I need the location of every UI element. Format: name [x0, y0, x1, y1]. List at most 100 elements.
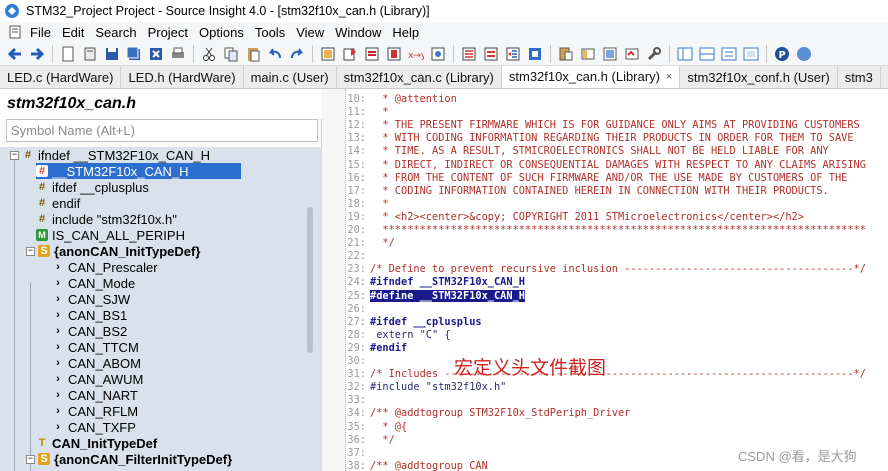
tree-item-typedef[interactable]: T CAN_InitTypeDef	[36, 435, 158, 451]
context-window-icon	[581, 48, 595, 59]
sync-button[interactable]	[525, 44, 545, 64]
undo-button[interactable]	[265, 44, 285, 64]
menu-view[interactable]: View	[294, 25, 333, 40]
code-line: 20: ************************************…	[346, 224, 866, 237]
prev-mark-button[interactable]	[459, 44, 479, 64]
parse-button[interactable]: P	[772, 44, 792, 64]
menu-file[interactable]: File	[28, 25, 60, 40]
tree-item-label: CAN_TTCM	[68, 339, 139, 355]
tree-item[interactable]: # endif	[36, 195, 80, 211]
tree-item-member[interactable]: › CAN_AWUM	[52, 371, 143, 387]
struct-icon: S	[38, 453, 50, 465]
tree-item-struct[interactable]: − S {anonCAN_InitTypeDef}	[26, 243, 200, 259]
layout-4-button[interactable]	[741, 44, 761, 64]
tree-item[interactable]: M IS_CAN_ALL_PERIPH	[36, 227, 185, 243]
menu-window[interactable]: Window	[333, 25, 390, 40]
parse-icon: P	[775, 46, 789, 61]
context-window-button[interactable]	[578, 44, 598, 64]
tab-main-c[interactable]: main.c (User)	[244, 66, 337, 88]
code-line: 12: * THE PRESENT FIRMWARE WHICH IS FOR …	[346, 119, 859, 132]
bookmark-button[interactable]	[384, 44, 404, 64]
relation-window-button[interactable]	[600, 44, 620, 64]
line-number: 20:	[347, 224, 366, 236]
code-text: #ifndef __STM32F10x_CAN_H	[370, 276, 525, 289]
tree-item-member[interactable]: › CAN_NART	[52, 387, 138, 403]
copy-button[interactable]	[221, 44, 241, 64]
save-button[interactable]	[102, 44, 122, 64]
back-button[interactable]	[5, 44, 25, 64]
tree-item[interactable]: # include "stm32f10x.h"	[36, 211, 177, 227]
collapse-icon[interactable]: −	[26, 246, 35, 256]
tools-button[interactable]	[644, 44, 664, 64]
editor-gutter[interactable]	[322, 89, 346, 471]
menu-project[interactable]: Project	[146, 25, 197, 40]
code-editor[interactable]: 10: * @attention 11: * 12: * THE PRESENT F…	[322, 89, 888, 471]
member-icon: ›	[56, 357, 60, 369]
prev-mark-icon	[462, 47, 476, 60]
code-text: #define __STM32F10x_CAN_H	[370, 289, 525, 302]
tree-item-member[interactable]: › CAN_Prescaler	[52, 259, 157, 275]
open-file-button[interactable]	[80, 44, 100, 64]
tab-led-h[interactable]: LED.h (HardWare)	[121, 66, 244, 88]
jump-button[interactable]	[340, 44, 360, 64]
tree-item-define-selected[interactable]: # __STM32F10x_CAN_H	[36, 163, 241, 179]
macro-icon: M	[36, 229, 48, 241]
save-all-button[interactable]	[124, 44, 144, 64]
tree-item-member[interactable]: › CAN_RFLM	[52, 403, 138, 419]
references-button[interactable]	[362, 44, 382, 64]
print-button[interactable]	[168, 44, 188, 64]
collapse-icon[interactable]: −	[10, 150, 19, 160]
layout-3-button[interactable]	[719, 44, 739, 64]
redo-button[interactable]	[287, 44, 307, 64]
tree-item-member[interactable]: › CAN_Mode	[52, 275, 135, 291]
tab-overflow[interactable]: stm3	[838, 66, 881, 88]
tree-item-member[interactable]: › CAN_ABOM	[52, 355, 141, 371]
tree-item-member[interactable]: › CAN_BS1	[52, 307, 127, 323]
tree-item-ifndef[interactable]: − # ifndef __STM32F10x_CAN_H	[10, 147, 210, 163]
line-number: 38:	[347, 459, 366, 471]
tab-stm32f10x-conf-h[interactable]: stm32f10x_conf.h (User)	[680, 66, 838, 88]
close-icon[interactable]: ×	[666, 71, 672, 83]
cut-button[interactable]	[199, 44, 219, 64]
document-menu-icon[interactable]	[8, 25, 22, 39]
new-file-button[interactable]	[58, 44, 78, 64]
project-window-button[interactable]	[556, 44, 576, 64]
tree-item-member[interactable]: › CAN_BS2	[52, 323, 127, 339]
lookup-button[interactable]: x→y	[406, 44, 426, 64]
tree-item-member[interactable]: › CAN_TTCM	[52, 339, 139, 355]
tree-item-member[interactable]: › CAN_TXFP	[52, 419, 136, 435]
member-icon: ›	[56, 293, 60, 305]
toggle-list-button[interactable]	[503, 44, 523, 64]
symbol-window-button[interactable]	[622, 44, 642, 64]
symbol-search-input[interactable]	[6, 119, 318, 142]
menu-options[interactable]: Options	[197, 25, 253, 40]
close-file-button[interactable]	[146, 44, 166, 64]
code-line: 17: * CODING INFORMATION CONTAINED HEREI…	[346, 185, 828, 198]
paste-button[interactable]	[243, 44, 263, 64]
code-line: 11: *	[346, 106, 388, 119]
menu-search[interactable]: Search	[93, 25, 145, 40]
lookup-icon: x→y	[408, 51, 424, 61]
relation-button[interactable]	[428, 44, 448, 64]
line-number: 30:	[347, 355, 366, 367]
browse-file-button[interactable]	[318, 44, 338, 64]
tree-item[interactable]: # ifdef __cplusplus	[36, 179, 149, 195]
menu-help[interactable]: Help	[390, 25, 428, 40]
tab-stm32f10x-can-h[interactable]: stm32f10x_can.h (Library) ×	[501, 66, 681, 88]
member-icon: ›	[56, 405, 60, 417]
menu-edit[interactable]: Edit	[60, 25, 93, 40]
tab-stm32f10x-can-c[interactable]: stm32f10x_can.c (Library)	[337, 66, 502, 88]
more-button[interactable]	[794, 44, 814, 64]
tree-item-member[interactable]: › CAN_SJW	[52, 291, 130, 307]
member-icon: ›	[56, 341, 60, 353]
tab-led-c[interactable]: LED.c (HardWare)	[0, 66, 122, 88]
window-title: STM32_Project Project - Source Insight 4…	[26, 4, 430, 18]
tree-scrollbar[interactable]	[307, 207, 313, 353]
collapse-icon[interactable]: −	[26, 454, 35, 464]
layout-2-button[interactable]	[697, 44, 717, 64]
next-mark-button[interactable]	[481, 44, 501, 64]
tree-item-struct[interactable]: − S {anonCAN_FilterInitTypeDef}	[26, 451, 232, 467]
forward-button[interactable]	[27, 44, 47, 64]
layout-1-button[interactable]	[675, 44, 695, 64]
menu-tools[interactable]: Tools	[253, 25, 294, 40]
